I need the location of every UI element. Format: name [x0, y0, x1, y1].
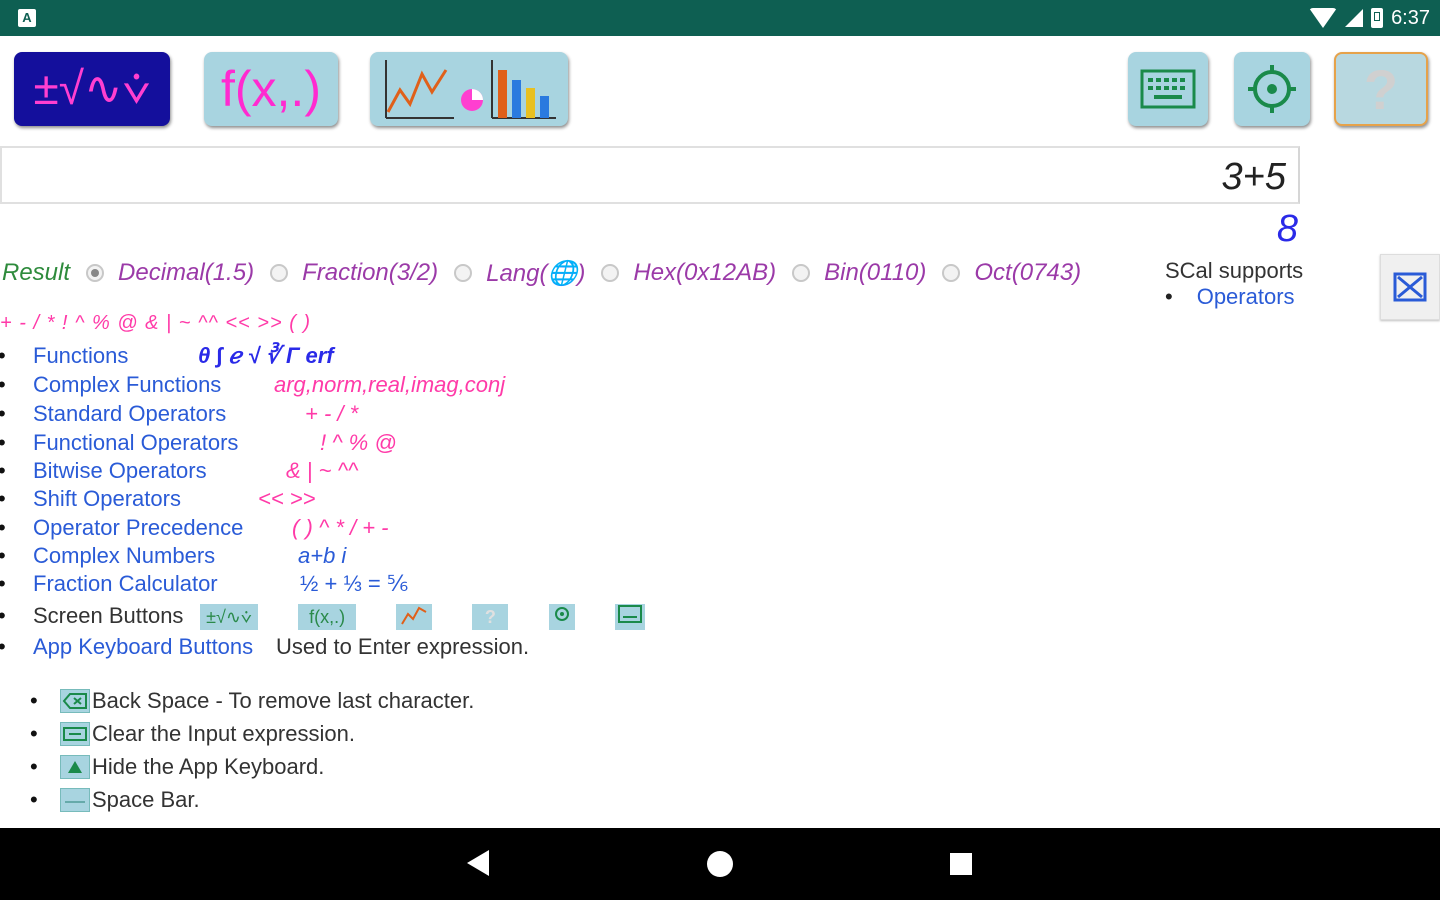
option-fraction[interactable]: Fraction(3/2) — [302, 259, 438, 287]
result-label: Result — [2, 259, 71, 286]
option-oct[interactable]: Oct(0743) — [974, 259, 1081, 287]
shift-operators-sample: << >> — [258, 486, 316, 511]
help-operators-link[interactable]: Operators — [1165, 284, 1295, 310]
backspace-icon — [60, 689, 90, 713]
expression-input[interactable]: 3+5 — [0, 146, 1300, 204]
clear-input-icon — [60, 722, 90, 746]
math-operators-button[interactable]: ±√∿⩒ — [14, 52, 170, 126]
space-bar-icon — [60, 788, 90, 812]
chart-icon — [385, 60, 556, 119]
expression-text[interactable]: 3+5 — [1222, 156, 1286, 199]
link-bitwise-operators[interactable]: Bitwise Operators — [33, 458, 207, 484]
back-icon[interactable] — [467, 850, 489, 876]
radio-fraction[interactable] — [270, 264, 289, 282]
status-bar: A 6:37 — [0, 0, 1440, 36]
radio-oct[interactable] — [942, 264, 961, 282]
option-bin[interactable]: Bin(0110) — [824, 259, 926, 287]
option-hex[interactable]: Hex(0x12AB) — [633, 259, 776, 287]
result-value: 8 — [1276, 208, 1298, 250]
home-icon[interactable] — [707, 851, 733, 877]
functions-button[interactable]: f(x,.) — [204, 52, 338, 126]
sb-help-icon: ? — [472, 603, 509, 630]
signal-icon — [1345, 9, 1364, 27]
sb-chart-icon — [396, 603, 433, 630]
sb-func-button: f(x,.) — [298, 603, 357, 630]
app-notification-icon: A — [18, 9, 36, 27]
backspace-text: Back Space - To remove last character. — [92, 688, 475, 713]
functional-operators-sample: ! ^ % @ — [320, 430, 397, 455]
link-functional-operators[interactable]: Functional Operators — [33, 430, 238, 456]
fraction-calculator-sample: ½ + ⅓ = ⅚ — [300, 571, 409, 596]
radio-bin[interactable] — [792, 264, 811, 282]
settings-button[interactable] — [1234, 52, 1310, 126]
link-app-keyboard-buttons[interactable]: App Keyboard Buttons — [33, 634, 253, 660]
result-format-row: Result Decimal(1.5) Fraction(3/2) Lang(🌐… — [2, 256, 1081, 290]
space-bar-text: Space Bar. — [92, 787, 200, 812]
option-lang[interactable]: Lang(🌐) — [486, 259, 585, 288]
hide-keyboard-icon — [60, 755, 90, 779]
close-help-button[interactable] — [1380, 254, 1440, 320]
sb-keyboard-icon — [614, 603, 645, 630]
link-standard-operators[interactable]: Standard Operators — [33, 401, 226, 427]
link-operator-precedence[interactable]: Operator Precedence — [33, 515, 243, 541]
radio-decimal[interactable] — [86, 264, 105, 282]
sb-gear-icon — [548, 603, 575, 630]
operator-precedence-sample: ( ) ^ * / + - — [292, 515, 389, 540]
recent-apps-icon[interactable] — [950, 853, 972, 875]
complex-numbers-sample: a+b i — [298, 543, 347, 568]
functions-sample: θ ∫ ℯ √ ∛ Γ erf — [198, 343, 334, 368]
link-fraction-calculator[interactable]: Fraction Calculator — [33, 571, 218, 597]
wifi-icon — [1309, 8, 1338, 28]
link-complex-functions[interactable]: Complex Functions — [33, 372, 221, 398]
battery-icon — [1371, 8, 1384, 28]
radio-hex[interactable] — [601, 264, 620, 282]
close-icon — [1393, 272, 1427, 302]
keyboard-button[interactable] — [1128, 52, 1208, 126]
link-shift-operators[interactable]: Shift Operators — [33, 486, 181, 512]
help-title: SCal supports — [1165, 258, 1304, 283]
chart-button[interactable] — [370, 52, 568, 126]
clear-input-text: Clear the Input expression. — [92, 721, 355, 746]
screen-buttons-row: ±√∿⩒ f(x,.) ? — [200, 602, 651, 630]
navigation-bar — [0, 828, 1440, 900]
link-functions[interactable]: Functions — [33, 343, 128, 369]
app-keyboard-text: Used to Enter expression. — [276, 634, 530, 659]
complex-functions-sample: arg,norm,real,imag,conj — [274, 372, 506, 397]
screen-buttons-label: Screen Buttons — [33, 603, 184, 628]
option-decimal[interactable]: Decimal(1.5) — [118, 259, 254, 287]
status-icons: 6:37 — [1309, 6, 1430, 30]
link-complex-numbers[interactable]: Complex Numbers — [33, 543, 215, 569]
help-button[interactable]: ? — [1334, 52, 1428, 126]
operators-line: + - / * ! ^ % @ & | ~ ^^ << >> ( ) — [0, 312, 312, 334]
radio-lang[interactable] — [454, 264, 473, 282]
gear-icon — [1248, 65, 1296, 113]
keyboard-icon — [1140, 69, 1196, 109]
status-time: 6:37 — [1391, 6, 1430, 29]
standard-operators-sample: + - / * — [305, 401, 359, 426]
bitwise-operators-sample: & | ~ ^^ — [286, 458, 359, 483]
sb-math-button: ±√∿⩒ — [200, 603, 258, 630]
hide-keyboard-text: Hide the App Keyboard. — [92, 754, 325, 779]
